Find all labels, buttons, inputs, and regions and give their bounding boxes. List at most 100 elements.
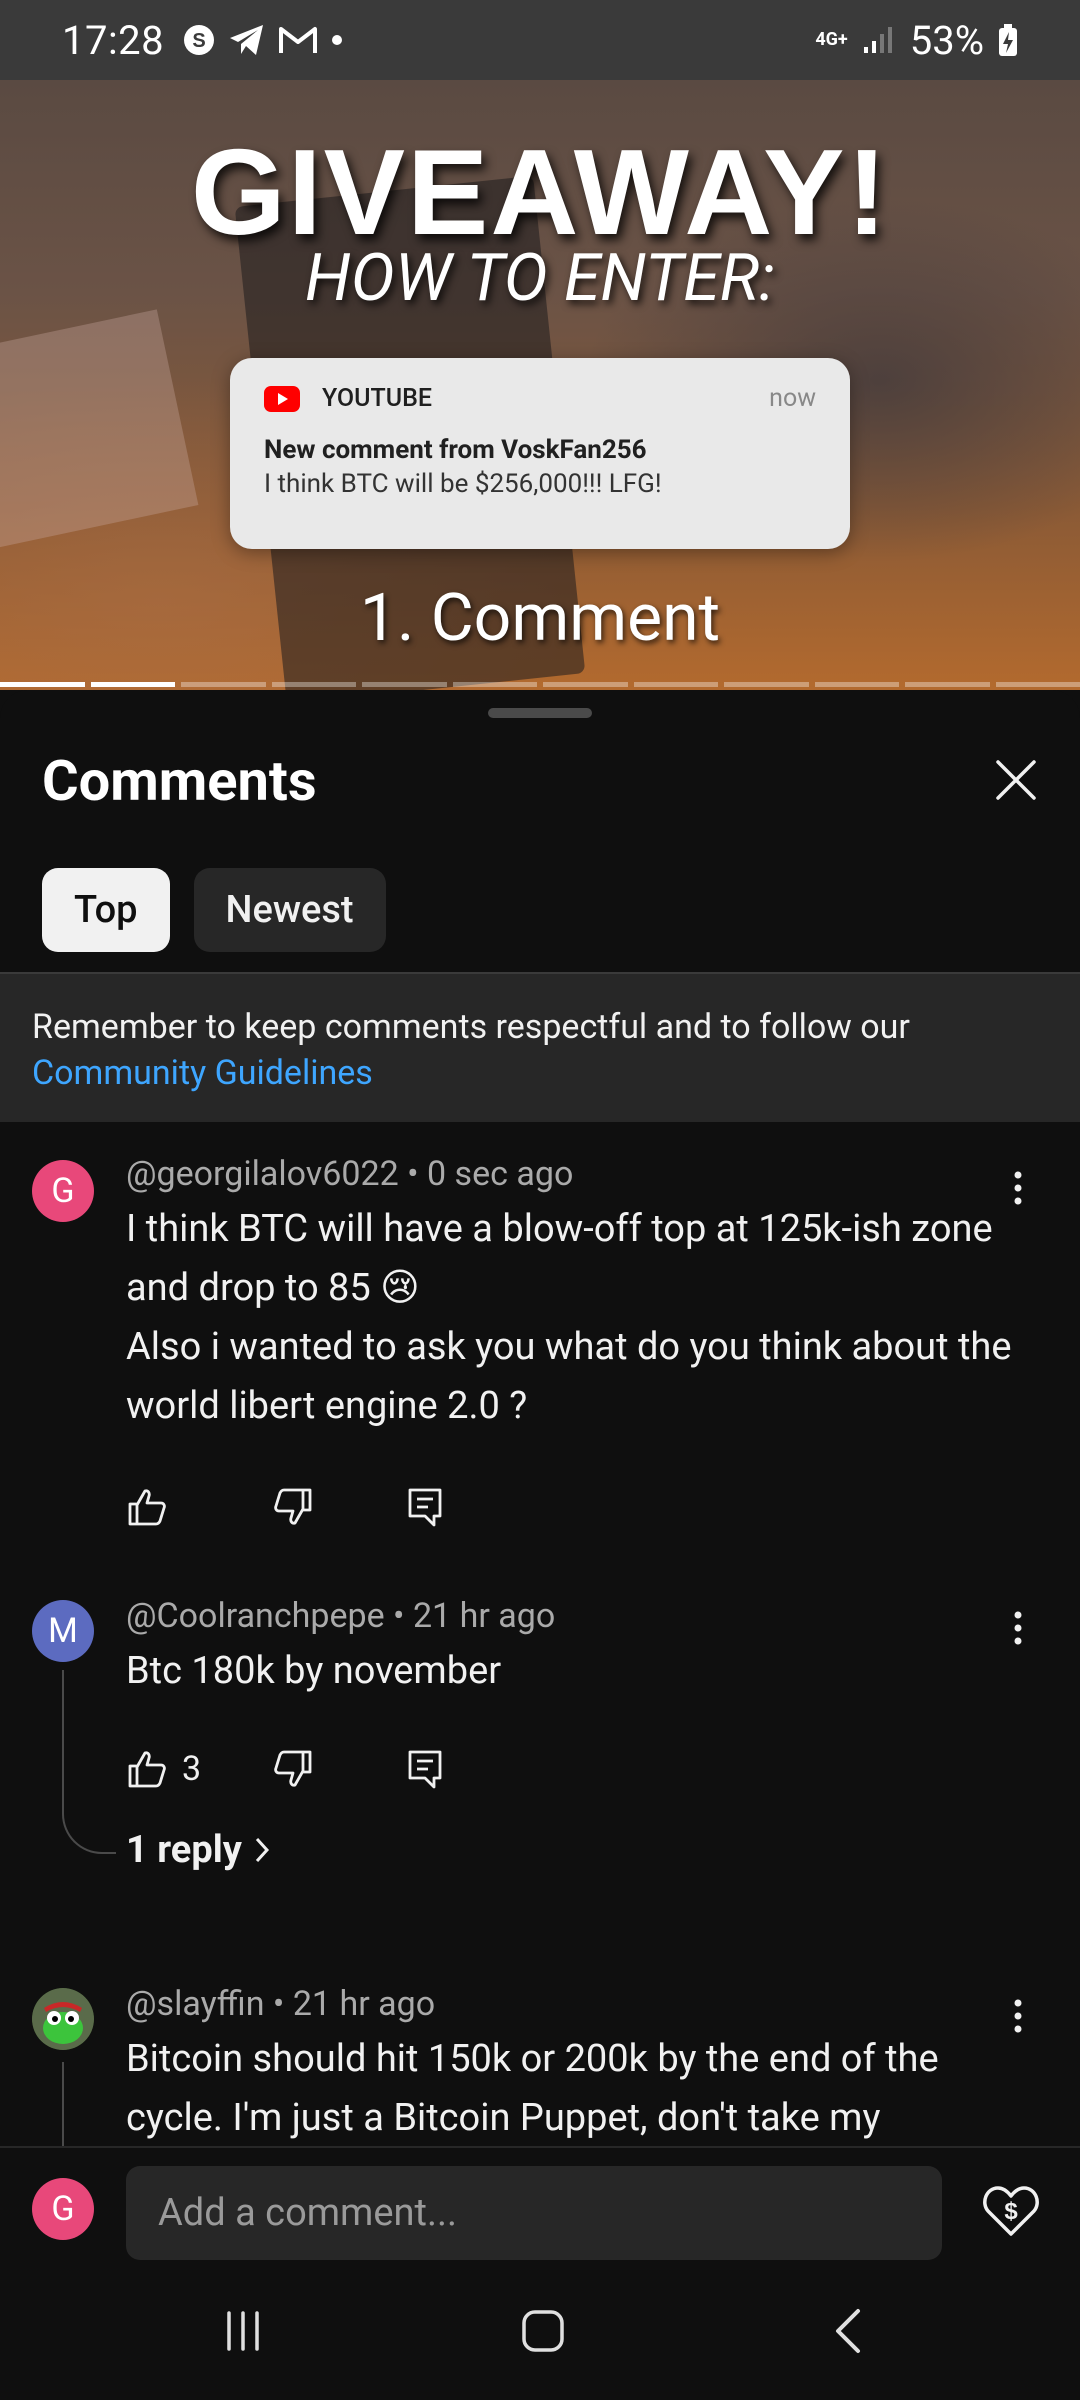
avatar-letter: M [48,1611,78,1651]
progress-segment [543,682,628,687]
like-count: 3 [182,1749,202,1789]
home-button[interactable] [503,2296,583,2366]
comment-more-button[interactable] [1000,1986,1036,2046]
like-button[interactable]: 3 [126,1748,272,1790]
notification-time: now [769,384,816,413]
video-player[interactable]: GIVEAWAY! HOW TO ENTER: YOUTUBE now New … [0,80,1080,690]
notification-icons: S [182,23,344,57]
reply-button[interactable] [406,1748,444,1790]
close-icon [996,760,1036,800]
chevron-right-icon [255,1837,269,1863]
reply-icon [408,1488,442,1527]
comment-more-button[interactable] [1000,1158,1036,1218]
thread-line [62,1670,116,1854]
progress-segment [814,682,899,687]
thumbs-up-icon [128,1751,166,1788]
progress-segment [181,682,266,687]
like-button[interactable] [126,1486,272,1528]
reply-button[interactable] [406,1486,444,1528]
status-time: 17:28 [62,16,165,64]
recent-apps-button[interactable] [203,2296,283,2366]
avatar[interactable] [32,1988,94,2050]
replies-count: 1 reply [126,1828,242,1872]
comment-item: @slayffin • 21 hr ago Bitcoin should hit… [0,1984,1080,2150]
community-notice: Remember to keep comments respectful and… [0,972,1080,1122]
avatar-letter: G [51,2189,75,2229]
signal-icon [863,27,892,53]
community-guidelines-link[interactable]: Community Guidelines [32,1050,1048,1096]
progress-segment [452,682,537,687]
notification-app-name: YOUTUBE [322,384,432,413]
video-subheadline: HOW TO ENTER: [305,240,775,317]
telegram-icon [230,25,264,55]
thumbs-down-icon [274,1750,312,1787]
comment-meta[interactable]: @georgilalov6022 • 0 sec ago [126,1154,573,1194]
add-comment-input[interactable] [126,2166,942,2260]
avatar[interactable]: M [32,1600,94,1662]
view-replies-link[interactable]: 1 reply [126,1828,270,1872]
heart-dollar-icon: $ [983,2186,1039,2236]
battery-charging-icon [999,24,1017,56]
dislike-button[interactable] [272,1486,406,1528]
progress-segment [633,682,718,687]
close-button[interactable] [984,748,1048,812]
sort-tabs: Top Newest [42,868,386,952]
progress-segment [362,682,447,687]
avatar[interactable]: G [32,1160,94,1222]
home-icon [522,2310,564,2352]
comment-meta[interactable]: @Coolranchpepe • 21 hr ago [126,1596,555,1636]
recent-apps-icon [227,2311,259,2351]
video-step-text: 1. Comment [359,580,721,657]
notification-body: I think BTC will be $256,000!!! LFG! [264,469,662,499]
comment-actions: 3 [126,1744,444,1794]
youtube-icon [264,385,300,412]
sheet-drag-handle[interactable] [488,708,592,718]
progress-segment [905,682,990,687]
more-vertical-icon [1014,1171,1022,1205]
comment-item: G @georgilalov6022 • 0 sec ago I think B… [0,1154,1080,1600]
pepe-avatar-icon [32,1988,94,2050]
progress-segment [271,682,356,687]
notification-title: New comment from VoskFan256 [264,435,647,465]
user-avatar[interactable]: G [32,2178,94,2240]
app-s-icon: S [184,25,215,55]
comment-text: Bitcoin should hit 150k or 200k by the e… [126,2037,939,2140]
comment-text: I think BTC will have a blow-off top at … [126,1207,1012,1428]
dot-icon [332,35,343,45]
story-progress-bar [0,682,1080,687]
video-background-paper [0,309,199,551]
more-vertical-icon [1014,1611,1022,1645]
status-bar: 17:28 S 4G+ 53% [0,0,1080,80]
comment-composer: G $ [0,2146,1080,2266]
comment-text: Btc 180k by november [126,1649,502,1693]
comment-actions [126,1482,444,1532]
back-button[interactable] [807,2296,887,2366]
back-icon [836,2309,860,2353]
system-nav-bar [0,2266,1080,2400]
battery-percent: 53% [909,16,984,64]
progress-segment [724,682,809,687]
svg-text:$: $ [1004,2198,1018,2225]
comments-sheet: Comments Top Newest Remember to keep com… [0,690,1080,2150]
video-notification-card: YOUTUBE now New comment from VoskFan256 … [230,358,850,549]
progress-segment [0,682,85,687]
comment-more-button[interactable] [1000,1598,1036,1658]
thumbs-down-icon [274,1488,312,1525]
network-type: 4G+ [815,29,848,50]
progress-segment [995,682,1080,687]
progress-segment [90,682,175,687]
tab-top[interactable]: Top [42,868,170,952]
avatar-letter: G [51,1171,75,1211]
dislike-button[interactable] [272,1748,406,1790]
comment-item: M @Coolranchpepe • 21 hr ago Btc 180k by… [0,1596,1080,1980]
tab-newest[interactable]: Newest [193,868,386,952]
gmail-icon [279,27,318,53]
thread-line [62,2062,64,2150]
more-vertical-icon [1014,1999,1022,2033]
super-thanks-button[interactable]: $ [980,2180,1042,2242]
reply-icon [408,1750,442,1789]
thumbs-up-icon [128,1489,166,1526]
notice-text: Remember to keep comments respectful and… [32,1007,910,1047]
comment-meta[interactable]: @slayffin • 21 hr ago [126,1984,435,2024]
svg-text:S: S [192,30,205,52]
